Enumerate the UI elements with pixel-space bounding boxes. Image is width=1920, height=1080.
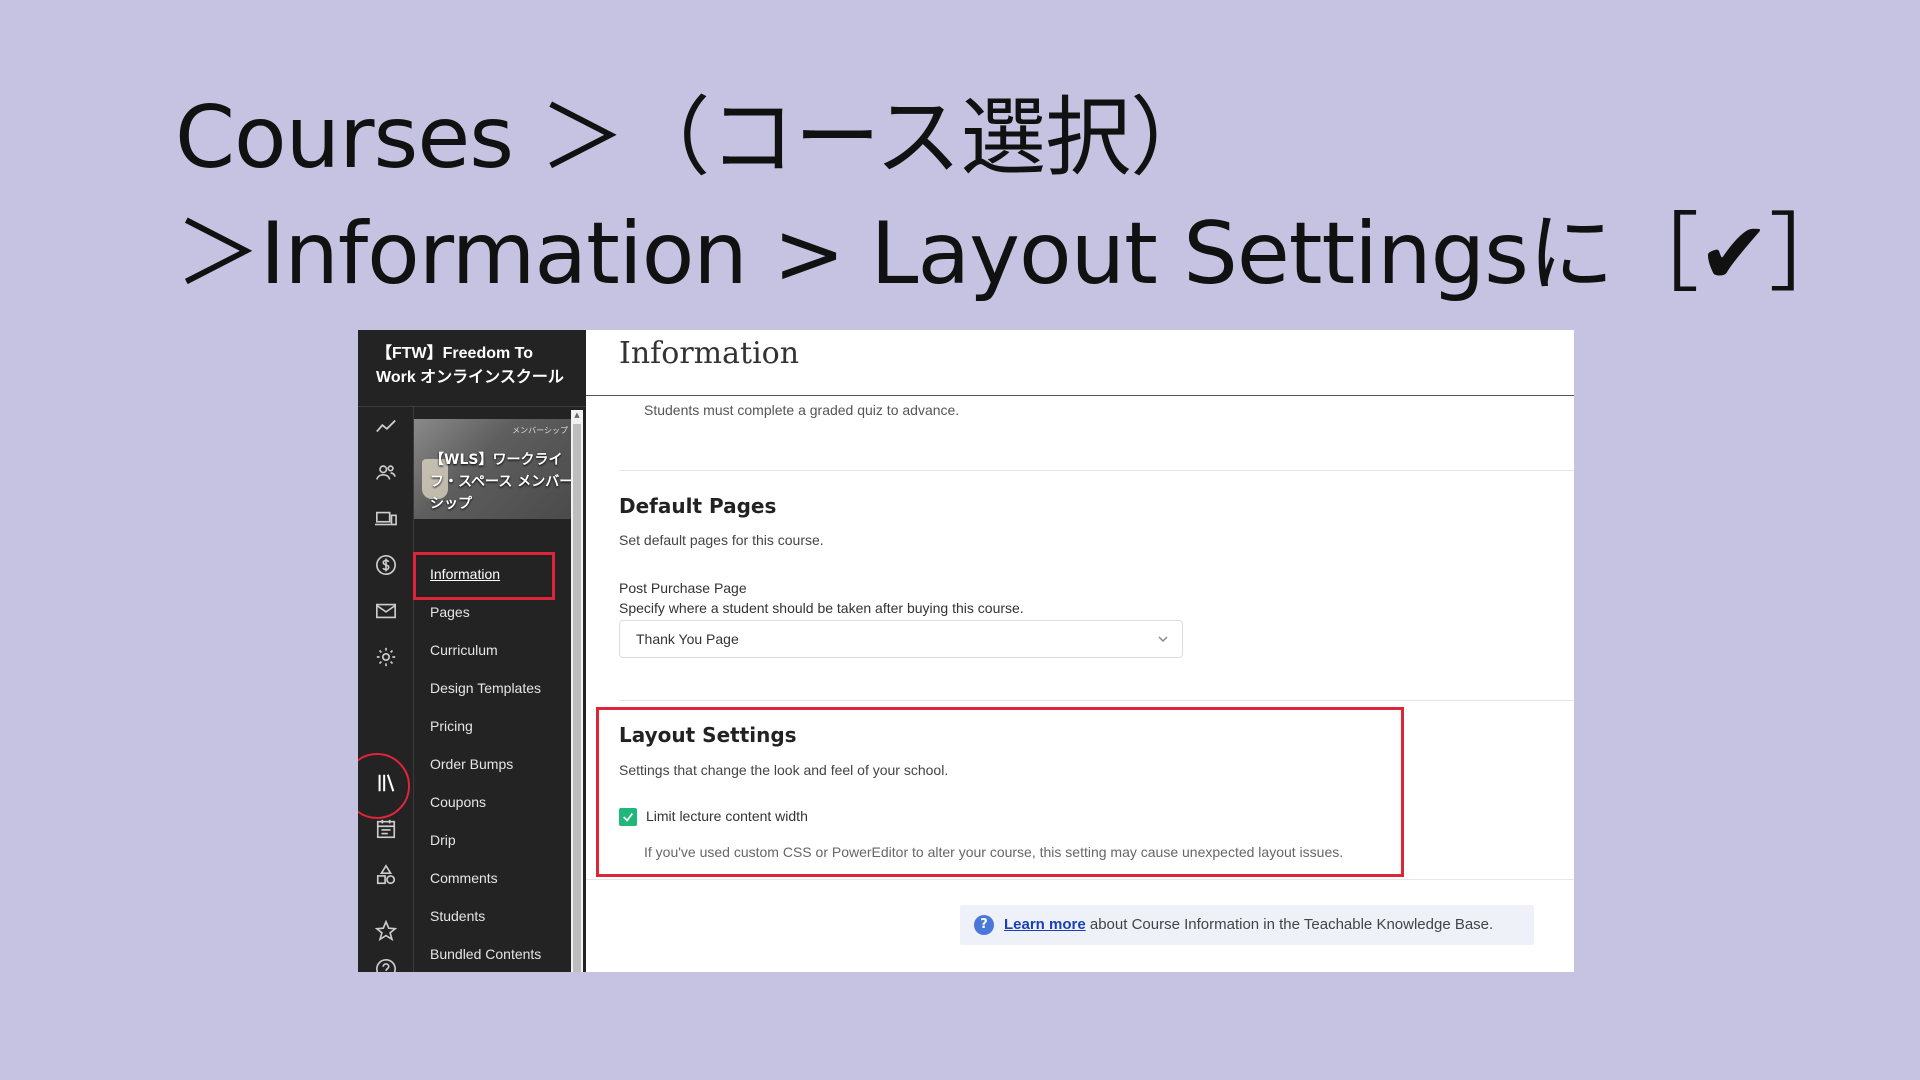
section-divider [619,470,1574,471]
knowledge-base-text: Learn more about Course Information in t… [1004,916,1493,933]
menu-coupons[interactable]: Coupons [430,794,486,810]
shapes-icon[interactable] [374,863,398,887]
library-icon[interactable] [374,771,398,795]
slide-title-line-1: Courses ＞（コース選択） [175,88,1216,188]
quiz-note: Students must complete a graded quiz to … [644,402,960,418]
sidebar: 【FTW】Freedom To Work オンラインスクール メンバーシップ 【… [358,330,586,972]
page-title: Information [619,336,800,371]
menu-design-templates[interactable]: Design Templates [430,680,541,696]
menu-pages[interactable]: Pages [430,604,470,620]
gear-icon[interactable] [374,645,398,669]
app-screenshot: 【FTW】Freedom To Work オンラインスクール メンバーシップ 【… [358,330,1574,972]
section-divider [586,879,1574,880]
analytics-icon[interactable] [374,415,398,439]
knowledge-base-callout: ? Learn more about Course Information in… [960,905,1534,945]
layout-settings-highlight-box [596,707,1404,877]
slide-title-line-2: ＞Information > Layout Settingsに［✔］ [175,204,1855,304]
chevron-down-icon [1158,636,1168,643]
sidebar-scrollbar-thumb[interactable] [573,424,581,972]
menu-bundled-contents[interactable]: Bundled Contents [430,946,541,962]
information-highlight-box [413,552,555,600]
section-divider [619,700,1574,701]
post-purchase-help: Specify where a student should be taken … [619,600,1024,616]
default-pages-heading: Default Pages [619,494,777,518]
default-pages-description: Set default pages for this course. [619,532,824,548]
users-icon[interactable] [374,461,398,485]
scroll-up-icon[interactable]: ▲ [572,410,582,420]
course-subnav: メンバーシップ 【WLS】ワークライフ・スペース メンバーシップ Informa… [414,407,574,972]
devices-icon[interactable] [374,507,398,531]
icon-rail [358,407,414,972]
slide-title: Courses ＞（コース選択） ＞Information > Layout S… [175,80,1855,312]
menu-pricing[interactable]: Pricing [430,718,473,734]
knowledge-base-rest: about Course Information in the Teachabl… [1085,916,1494,933]
menu-comments[interactable]: Comments [430,870,498,886]
dollar-icon[interactable] [374,553,398,577]
school-name[interactable]: 【FTW】Freedom To Work オンラインスクール [376,342,576,390]
menu-students[interactable]: Students [430,908,485,924]
calendar-icon[interactable] [374,817,398,841]
post-purchase-select[interactable]: Thank You Page [619,620,1183,658]
thumbnail-tag: メンバーシップ [512,426,568,435]
menu-drip[interactable]: Drip [430,832,456,848]
menu-curriculum[interactable]: Curriculum [430,642,498,658]
learn-more-link[interactable]: Learn more [1004,916,1086,933]
menu-order-bumps[interactable]: Order Bumps [430,756,513,772]
help-circle-icon[interactable] [374,957,398,972]
course-name: 【WLS】ワークライフ・スペース メンバーシップ [430,452,574,512]
star-icon[interactable] [374,919,398,943]
help-icon: ? [974,915,994,935]
post-purchase-label: Post Purchase Page [619,580,747,596]
mail-icon[interactable] [374,599,398,623]
main-content: Information Students must complete a gra… [586,330,1574,972]
post-purchase-value: Thank You Page [636,631,739,647]
course-thumbnail[interactable]: メンバーシップ 【WLS】ワークライフ・スペース メンバーシップ [414,419,574,519]
main-header: Information [586,330,1574,396]
